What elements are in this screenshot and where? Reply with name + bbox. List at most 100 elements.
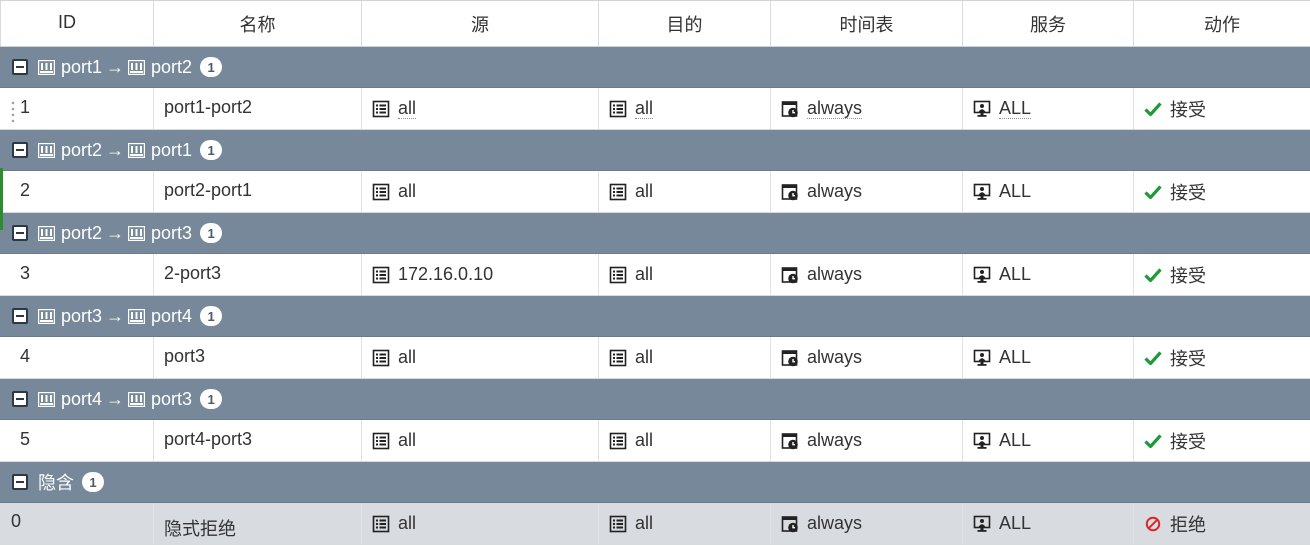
schedule-object[interactable]: always bbox=[781, 513, 862, 534]
destination-address-object[interactable]: all bbox=[609, 347, 653, 368]
policy-name: 隐式拒绝 bbox=[164, 519, 236, 539]
action-accept: 接受 bbox=[1144, 262, 1206, 288]
policy-action-cell: 接受 bbox=[1134, 88, 1310, 129]
schedule-object[interactable]: always bbox=[781, 264, 862, 285]
schedule-object[interactable]: always bbox=[781, 181, 862, 202]
policy-row[interactable]: 1 port1-port2 all all always ALL 接受 bbox=[0, 88, 1310, 130]
destination-address-object[interactable]: all bbox=[609, 430, 653, 451]
action-object: 拒绝 bbox=[1144, 511, 1206, 537]
group-label: 隐含 1 bbox=[38, 469, 104, 495]
arrow-right-icon: → bbox=[106, 222, 125, 243]
group-label: port2 → port3 1 bbox=[38, 222, 223, 244]
column-header-name[interactable]: 名称 bbox=[154, 1, 362, 46]
policy-destination-cell: all bbox=[599, 171, 771, 212]
implicit-deny-row[interactable]: 0 隐式拒绝 all all always ALL 拒绝 bbox=[0, 503, 1310, 545]
policy-name-cell: port3 bbox=[154, 337, 362, 378]
policy-row[interactable]: 5 port4-port3 all all always ALL 接受 bbox=[0, 420, 1310, 462]
collapse-icon[interactable] bbox=[12, 142, 28, 158]
source-address-object[interactable]: all bbox=[372, 98, 417, 119]
policy-schedule-cell: always bbox=[771, 420, 963, 461]
policy-destination-cell: all bbox=[599, 503, 771, 544]
source-label: all bbox=[398, 181, 417, 201]
collapse-icon[interactable] bbox=[12, 225, 28, 241]
column-header-id-label: ID bbox=[58, 12, 76, 32]
source-address-object[interactable]: 172.16.0.10 bbox=[372, 264, 493, 285]
schedule-object[interactable]: always bbox=[781, 430, 862, 451]
policy-row[interactable]: 4 port3 all all always ALL 接受 bbox=[0, 337, 1310, 379]
service-object[interactable]: ALL bbox=[973, 513, 1031, 534]
collapse-icon[interactable] bbox=[12, 308, 28, 324]
service-object[interactable]: ALL bbox=[973, 347, 1031, 368]
column-header-destination[interactable]: 目的 bbox=[599, 1, 771, 46]
group-destination-interface: port3 bbox=[151, 222, 193, 243]
source-label: 172.16.0.10 bbox=[398, 264, 494, 284]
policy-action-cell: 接受 bbox=[1134, 254, 1310, 295]
policy-id: 3 bbox=[20, 263, 31, 283]
destination-address-object[interactable]: all bbox=[609, 98, 654, 119]
policy-group-header[interactable]: port4 → port3 1 bbox=[0, 379, 1310, 420]
collapse-icon[interactable] bbox=[12, 474, 28, 490]
source-address-object[interactable]: all bbox=[372, 513, 416, 534]
checkmark-icon bbox=[1144, 350, 1162, 365]
source-address-object[interactable]: all bbox=[372, 430, 416, 451]
arrow-right-icon: → bbox=[106, 139, 125, 160]
group-label: port3 → port4 1 bbox=[38, 305, 223, 327]
destination-address-object[interactable]: all bbox=[609, 181, 653, 202]
policy-service-cell: ALL bbox=[963, 337, 1134, 378]
policy-group-header[interactable]: port1 → port2 1 bbox=[0, 47, 1310, 88]
policy-group-header[interactable]: port2 → port3 1 bbox=[0, 213, 1310, 254]
policy-row[interactable]: 2 port2-port1 all all always ALL 接受 bbox=[0, 171, 1310, 213]
collapse-icon[interactable] bbox=[12, 59, 28, 75]
destination-address-object[interactable]: all bbox=[609, 513, 653, 534]
service-object[interactable]: ALL bbox=[973, 98, 1032, 119]
action-deny: 拒绝 bbox=[1144, 511, 1206, 537]
column-header-name-label: 名称 bbox=[239, 14, 276, 35]
group-source-interface: port3 bbox=[61, 305, 103, 326]
schedule-object[interactable]: always bbox=[781, 98, 863, 119]
column-header-destination-label: 目的 bbox=[666, 14, 703, 35]
column-header-schedule[interactable]: 时间表 bbox=[771, 1, 963, 46]
policy-service-cell: ALL bbox=[963, 503, 1134, 544]
service-object[interactable]: ALL bbox=[973, 181, 1031, 202]
policy-group-header[interactable]: port3 → port4 1 bbox=[0, 296, 1310, 337]
column-header-id[interactable]: ID bbox=[0, 1, 154, 46]
address-list-icon bbox=[372, 183, 390, 200]
column-header-schedule-label: 时间表 bbox=[839, 14, 894, 35]
group-count-badge: 1 bbox=[200, 57, 223, 77]
column-header-service[interactable]: 服务 bbox=[963, 1, 1134, 46]
checkmark-icon bbox=[1144, 433, 1162, 448]
arrow-right-icon: → bbox=[106, 305, 125, 326]
policy-table: ID 名称 源 目的 时间表 服务 动作 port1 → port2 1 1 p… bbox=[0, 0, 1310, 545]
source-address-object[interactable]: all bbox=[372, 181, 416, 202]
column-header-action[interactable]: 动作 bbox=[1134, 1, 1310, 46]
address-list-icon bbox=[609, 183, 627, 200]
group-destination-interface: port4 bbox=[151, 305, 193, 326]
service-object[interactable]: ALL bbox=[973, 430, 1031, 451]
destination-address-object[interactable]: all bbox=[609, 264, 653, 285]
drag-handle-icon[interactable] bbox=[11, 100, 15, 122]
service-object[interactable]: ALL bbox=[973, 264, 1031, 285]
policy-schedule-cell: always bbox=[771, 171, 963, 212]
policy-schedule-cell: always bbox=[771, 337, 963, 378]
schedule-clock-icon bbox=[781, 100, 798, 117]
policy-destination-cell: all bbox=[599, 254, 771, 295]
schedule-label: always bbox=[807, 513, 863, 533]
column-header-source[interactable]: 源 bbox=[362, 1, 599, 46]
service-label: ALL bbox=[999, 513, 1032, 533]
implicit-group-header[interactable]: 隐含 1 bbox=[0, 462, 1310, 503]
group-count-badge: 1 bbox=[200, 306, 223, 326]
policy-source-cell: 172.16.0.10 bbox=[362, 254, 599, 295]
schedule-label: always bbox=[807, 430, 863, 450]
policy-name-cell: port1-port2 bbox=[154, 88, 362, 129]
interface-port-icon bbox=[38, 142, 55, 158]
policy-source-cell: all bbox=[362, 503, 599, 544]
interface-port-icon bbox=[38, 59, 55, 75]
policy-name-cell: 2-port3 bbox=[154, 254, 362, 295]
destination-label: all bbox=[635, 430, 654, 450]
collapse-icon[interactable] bbox=[12, 391, 28, 407]
source-address-object[interactable]: all bbox=[372, 347, 416, 368]
policy-row[interactable]: 3 2-port3 172.16.0.10 all always ALL 接受 bbox=[0, 254, 1310, 296]
policy-id-cell: 1 bbox=[0, 88, 154, 129]
schedule-object[interactable]: always bbox=[781, 347, 862, 368]
policy-group-header[interactable]: port2 → port1 1 bbox=[0, 130, 1310, 171]
